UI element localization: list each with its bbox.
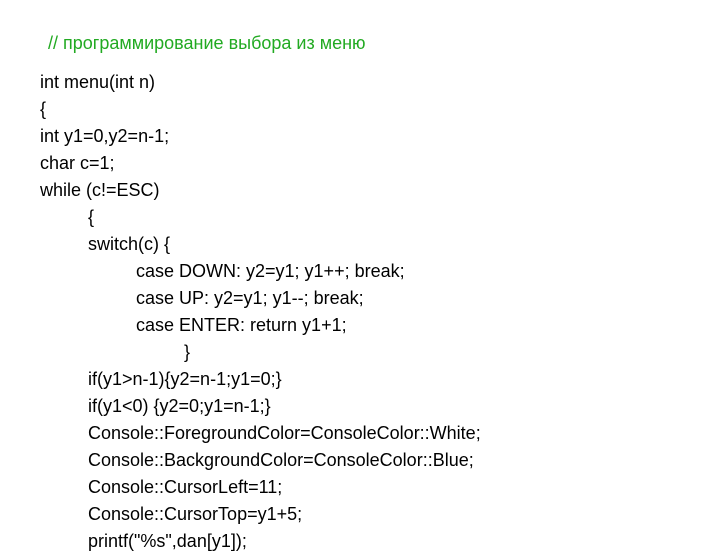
code-line: printf("%s",dan[y1]); xyxy=(40,528,720,555)
code-line: Console::CursorTop=y1+5; xyxy=(40,501,720,528)
code-line: { xyxy=(40,204,720,231)
code-line: switch(c) { xyxy=(40,231,720,258)
code-line: { xyxy=(40,96,720,123)
code-line: int menu(int n) xyxy=(40,69,720,96)
code-line: Console::BackgroundColor=ConsoleColor::B… xyxy=(40,447,720,474)
code-line: if(y1<0) {y2=0;y1=n-1;} xyxy=(40,393,720,420)
code-line: if(y1>n-1){y2=n-1;y1=0;} xyxy=(40,366,720,393)
code-line: case DOWN: y2=y1; y1++; break; xyxy=(40,258,720,285)
code-line: int y1=0,y2=n-1; xyxy=(40,123,720,150)
code-line: Console::ForegroundColor=ConsoleColor::W… xyxy=(40,420,720,447)
slide-title: // программирование выбора из меню xyxy=(48,30,720,57)
code-line: } xyxy=(40,339,720,366)
code-line: case UP: y2=y1; y1--; break; xyxy=(40,285,720,312)
code-line: Console::CursorLeft=11; xyxy=(40,474,720,501)
code-block: int menu(int n) { int y1=0,y2=n-1; char … xyxy=(40,69,720,555)
code-line: while (c!=ESC) xyxy=(40,177,720,204)
code-line: case ENTER: return y1+1; xyxy=(40,312,720,339)
code-line: char c=1; xyxy=(40,150,720,177)
